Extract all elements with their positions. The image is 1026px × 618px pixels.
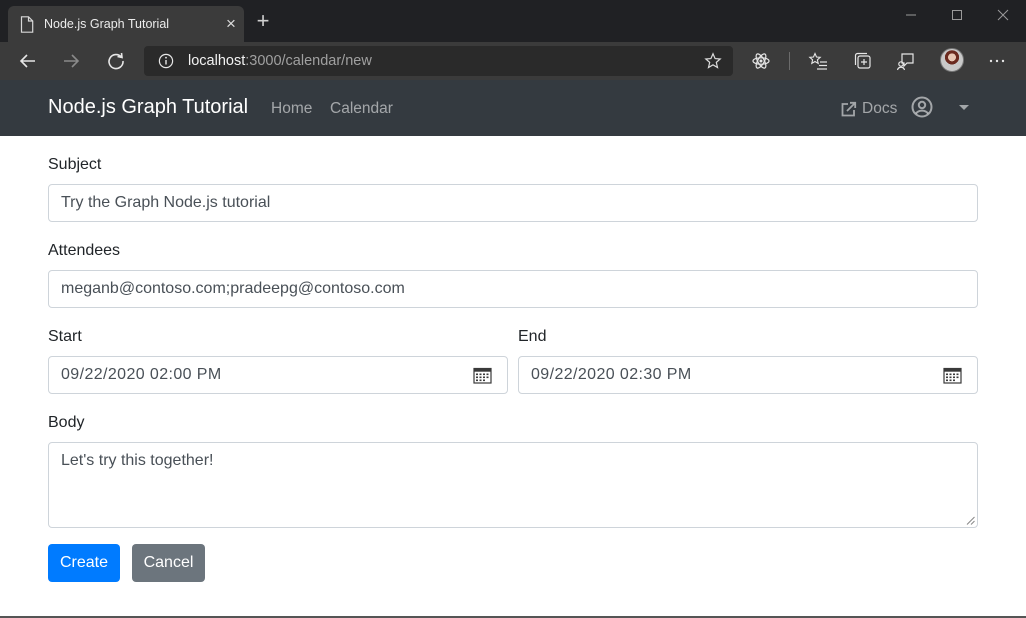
- subject-input[interactable]: Try the Graph Node.js tutorial: [48, 184, 978, 222]
- react-extension-icon[interactable]: [751, 51, 771, 71]
- browser-tab-bar: Node.js Graph Tutorial × +: [0, 0, 1026, 42]
- tab-close-icon[interactable]: ×: [222, 15, 240, 33]
- end-datetime-value: 09/22/2020 02:30 PM: [531, 366, 692, 383]
- start-datetime-value: 09/22/2020 02:00 PM: [61, 366, 222, 383]
- refresh-icon[interactable]: [106, 51, 126, 71]
- nav-link-calendar[interactable]: Calendar: [330, 100, 393, 118]
- maximize-icon[interactable]: [946, 6, 968, 24]
- url-text[interactable]: localhost:3000/calendar/new: [188, 53, 372, 69]
- navbar-brand[interactable]: Node.js Graph Tutorial: [48, 96, 248, 119]
- url-path: :3000/calendar/new: [245, 53, 372, 69]
- nav-link-home[interactable]: Home: [271, 100, 312, 118]
- browser-tab[interactable]: Node.js Graph Tutorial ×: [8, 6, 244, 42]
- start-datetime-input[interactable]: 09/22/2020 02:00 PM: [48, 356, 508, 394]
- address-bar[interactable]: localhost:3000/calendar/new: [144, 46, 733, 76]
- share-feedback-icon[interactable]: [896, 51, 916, 71]
- url-host: localhost: [188, 53, 246, 69]
- end-datetime-input[interactable]: 09/22/2020 02:30 PM: [518, 356, 978, 394]
- start-label: Start: [48, 328, 82, 345]
- site-navbar: Node.js Graph Tutorial Home Calendar Doc…: [0, 80, 1026, 136]
- minimize-icon[interactable]: [900, 6, 922, 24]
- back-arrow-icon[interactable]: [18, 51, 38, 71]
- user-dropdown-caret-icon[interactable]: [959, 105, 969, 110]
- browser-toolbar: localhost:3000/calendar/new: [0, 42, 1026, 80]
- external-link-icon: [841, 101, 857, 117]
- page-icon: [20, 16, 34, 33]
- new-tab-icon[interactable]: +: [252, 10, 274, 32]
- resize-handle-icon[interactable]: [966, 516, 975, 525]
- attendees-label: Attendees: [48, 242, 121, 259]
- collections-icon[interactable]: [853, 51, 873, 71]
- cancel-button[interactable]: Cancel: [132, 544, 205, 582]
- more-options-icon[interactable]: [987, 51, 1007, 71]
- docs-label: Docs: [862, 100, 898, 117]
- close-window-icon[interactable]: [992, 6, 1014, 24]
- toolbar-divider: [789, 52, 790, 70]
- start-calendar-icon[interactable]: [473, 366, 492, 384]
- forward-arrow-icon[interactable]: [61, 51, 81, 71]
- profile-avatar[interactable]: [940, 48, 964, 72]
- info-icon[interactable]: [158, 53, 174, 69]
- body-text: Let's try this together!: [61, 452, 214, 469]
- body-label: Body: [48, 414, 85, 431]
- create-button[interactable]: Create: [48, 544, 120, 582]
- body-textarea[interactable]: Let's try this together!: [48, 442, 978, 528]
- attendees-input[interactable]: meganb@contoso.com;pradeepg@contoso.com: [48, 270, 978, 308]
- tab-title: Node.js Graph Tutorial: [44, 17, 170, 31]
- favorite-star-icon[interactable]: [704, 52, 722, 70]
- end-calendar-icon[interactable]: [943, 366, 962, 384]
- favorites-icon[interactable]: [808, 51, 828, 71]
- end-label: End: [518, 328, 547, 345]
- user-circle-icon[interactable]: [911, 96, 933, 118]
- subject-label: Subject: [48, 156, 102, 173]
